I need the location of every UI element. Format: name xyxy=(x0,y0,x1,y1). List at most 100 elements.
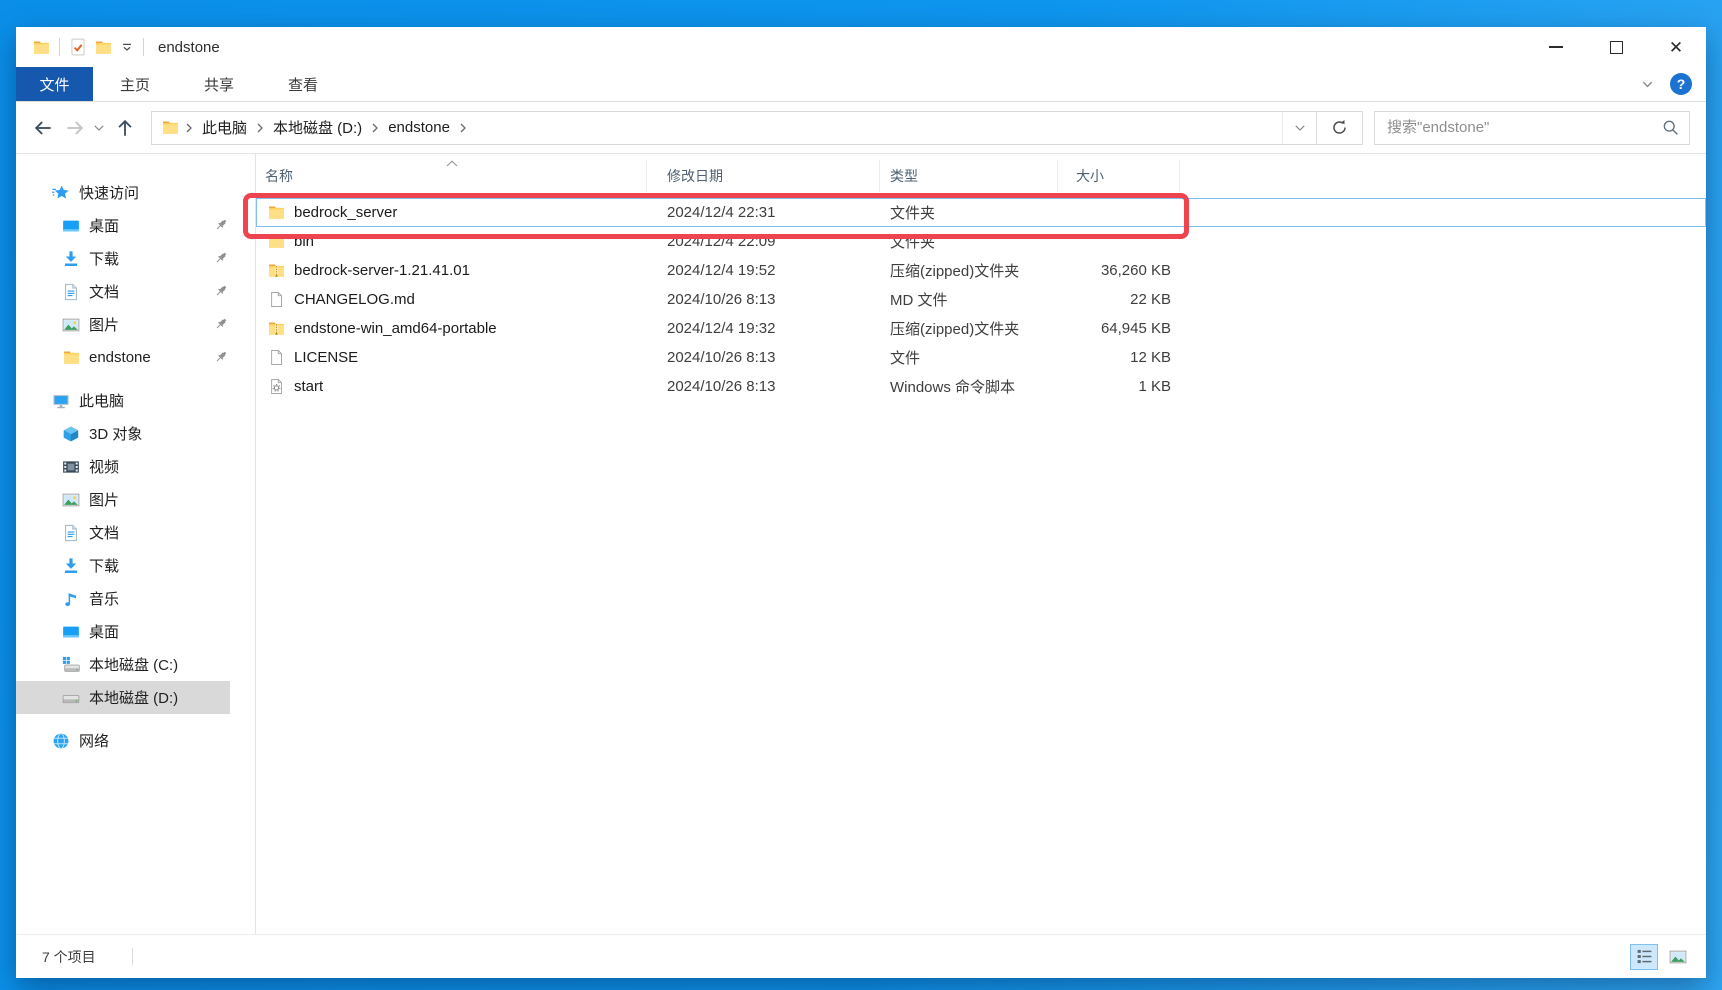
sidebar-item-label: 此电脑 xyxy=(79,390,124,411)
address-folder-icon[interactable] xyxy=(162,119,179,136)
refresh-button[interactable] xyxy=(1317,111,1363,145)
window-controls: ✕ xyxy=(1526,27,1706,67)
sidebar-item-desktop[interactable]: 桌面 xyxy=(16,209,255,242)
breadcrumb-item-this-pc[interactable]: 此电脑 xyxy=(199,115,250,140)
search-input[interactable] xyxy=(1387,119,1662,136)
sidebar-item-documents[interactable]: 文档 xyxy=(16,516,255,549)
sidebar-item-videos[interactable]: 视频 xyxy=(16,450,255,483)
details-view-icon xyxy=(1636,948,1653,965)
minimize-icon xyxy=(1549,46,1563,48)
pin-icon xyxy=(213,217,229,233)
sidebar-item-downloads[interactable]: 下载 xyxy=(16,242,255,275)
file-name: CHANGELOG.md xyxy=(294,291,415,308)
customize-toolbar-chevron-icon[interactable] xyxy=(120,40,134,54)
sidebar-item-3d-objects[interactable]: 3D 对象 xyxy=(16,417,255,450)
file-date-modified: 2024/12/4 19:32 xyxy=(647,320,880,337)
zip-icon xyxy=(268,320,285,337)
sidebar-item-label: 桌面 xyxy=(89,215,119,236)
collapse-ribbon-chevron-icon[interactable] xyxy=(1640,77,1655,92)
video-icon xyxy=(62,458,80,476)
tab-share[interactable]: 共享 xyxy=(177,67,261,101)
forward-button[interactable] xyxy=(60,111,90,145)
sidebar-item-label: 图片 xyxy=(89,314,119,335)
help-button[interactable]: ? xyxy=(1670,73,1692,95)
file-size: 22 KB xyxy=(1058,291,1180,308)
file-name: bin xyxy=(294,233,314,250)
sidebar: 快速访问桌面下载文档图片endstone此电脑3D 对象视频图片文档下载音乐桌面… xyxy=(16,154,256,934)
minimize-button[interactable] xyxy=(1526,27,1586,67)
maximize-button[interactable] xyxy=(1586,27,1646,67)
file-row-changelog-md[interactable]: CHANGELOG.md 2024/10/26 8:13MD 文件22 KB xyxy=(256,285,1706,314)
close-button[interactable]: ✕ xyxy=(1646,27,1706,67)
column-header-label: 类型 xyxy=(890,166,918,186)
sidebar-item-documents[interactable]: 文档 xyxy=(16,275,255,308)
file-row-endstone-portable-zip[interactable]: endstone-win_amd64-portable 2024/12/4 19:… xyxy=(256,314,1706,343)
file-date-modified: 2024/12/4 22:31 xyxy=(647,204,880,221)
sidebar-item-label: 3D 对象 xyxy=(89,423,142,444)
file-row-bedrock_server[interactable]: bedrock_server2024/12/4 22:31文件夹 xyxy=(256,198,1706,227)
pin-icon xyxy=(213,250,229,266)
sidebar-item-this-pc[interactable]: 此电脑 xyxy=(16,384,255,417)
picture-icon xyxy=(62,316,80,334)
sidebar-item-music[interactable]: 音乐 xyxy=(16,582,255,615)
thumbnail-view-button[interactable] xyxy=(1664,944,1692,970)
sidebar-section-quick-access: 快速访问桌面下载文档图片 endstone xyxy=(16,176,255,374)
file-row-bin[interactable]: bin2024/12/4 22:09文件夹 xyxy=(256,227,1706,256)
sidebar-item-local-disk-d[interactable]: 本地磁盘 (D:) xyxy=(16,681,255,714)
column-header-name[interactable]: 名称 xyxy=(256,160,647,192)
file-name: endstone-win_amd64-portable xyxy=(294,320,497,337)
sidebar-section-network: 网络 xyxy=(16,724,255,757)
tab-home[interactable]: 主页 xyxy=(93,67,177,101)
recent-locations-chevron[interactable] xyxy=(90,111,108,145)
drive-os-icon xyxy=(62,656,80,674)
file-type: Windows 命令脚本 xyxy=(880,376,1058,397)
music-icon xyxy=(62,590,80,608)
file-name: start xyxy=(294,378,323,395)
column-header-type[interactable]: 类型 xyxy=(880,160,1058,192)
computer-icon xyxy=(52,392,70,410)
file-size: 36,260 KB xyxy=(1058,262,1180,279)
address-bar[interactable]: 此电脑本地磁盘 (D:) endstone xyxy=(151,111,1317,145)
column-header-size[interactable]: 大小 xyxy=(1058,160,1180,192)
sidebar-item-endstone[interactable]: endstone xyxy=(16,341,255,374)
breadcrumb-item-local-disk-d[interactable]: 本地磁盘 (D:) xyxy=(270,115,365,140)
tab-file[interactable]: 文件 xyxy=(16,67,93,101)
sidebar-section-this-pc: 此电脑 3D 对象视频图片文档下载音乐桌面本地磁盘 (C:)本地磁盘 (D:) xyxy=(16,384,255,714)
file-date-modified: 2024/12/4 22:09 xyxy=(647,233,880,250)
sidebar-item-pictures[interactable]: 图片 xyxy=(16,483,255,516)
sidebar-item-downloads[interactable]: 下载 xyxy=(16,549,255,582)
breadcrumb: 此电脑本地磁盘 (D:) endstone xyxy=(152,115,1282,140)
sidebar-item-quick-access[interactable]: 快速访问 xyxy=(16,176,255,209)
details-view-button[interactable] xyxy=(1630,944,1658,970)
address-dropdown-chevron[interactable] xyxy=(1282,112,1316,144)
sidebar-item-local-disk-c[interactable]: 本地磁盘 (C:) xyxy=(16,648,255,681)
sidebar-item-label: 视频 xyxy=(89,456,119,477)
file-type: 文件夹 xyxy=(880,202,1058,223)
back-button[interactable] xyxy=(26,111,60,145)
column-header-label: 修改日期 xyxy=(667,166,723,186)
drive-icon xyxy=(62,689,80,707)
sidebar-item-desktop[interactable]: 桌面 xyxy=(16,615,255,648)
file-row-license[interactable]: LICENSE2024/10/26 8:13文件12 KB xyxy=(256,343,1706,372)
desktop-icon xyxy=(62,623,80,641)
sidebar-item-label: 图片 xyxy=(89,489,119,510)
desktop-icon xyxy=(62,217,80,235)
breadcrumb-item-endstone[interactable]: endstone xyxy=(385,117,453,138)
file-row-bedrock-server-zip[interactable]: bedrock-server-1.21.41.012024/12/4 19:52… xyxy=(256,256,1706,285)
sidebar-item-pictures[interactable]: 图片 xyxy=(16,308,255,341)
file-date-modified: 2024/10/26 8:13 xyxy=(647,291,880,308)
file-type: MD 文件 xyxy=(880,289,1058,310)
download-icon xyxy=(62,557,80,575)
up-button[interactable] xyxy=(108,111,142,145)
tab-view[interactable]: 查看 xyxy=(261,67,345,101)
checkmark-document-icon[interactable] xyxy=(69,38,87,56)
column-header-date-modified[interactable]: 修改日期 xyxy=(647,160,880,192)
folder-icon[interactable] xyxy=(95,39,112,56)
sidebar-item-network[interactable]: 网络 xyxy=(16,724,255,757)
column-header-label: 名称 xyxy=(265,166,293,186)
file-row-start[interactable]: start2024/10/26 8:13Windows 命令脚本1 KB xyxy=(256,372,1706,401)
file-date-modified: 2024/10/26 8:13 xyxy=(647,378,880,395)
search-box xyxy=(1374,111,1690,145)
folder-icon xyxy=(62,349,80,367)
window-title: endstone xyxy=(158,39,220,56)
